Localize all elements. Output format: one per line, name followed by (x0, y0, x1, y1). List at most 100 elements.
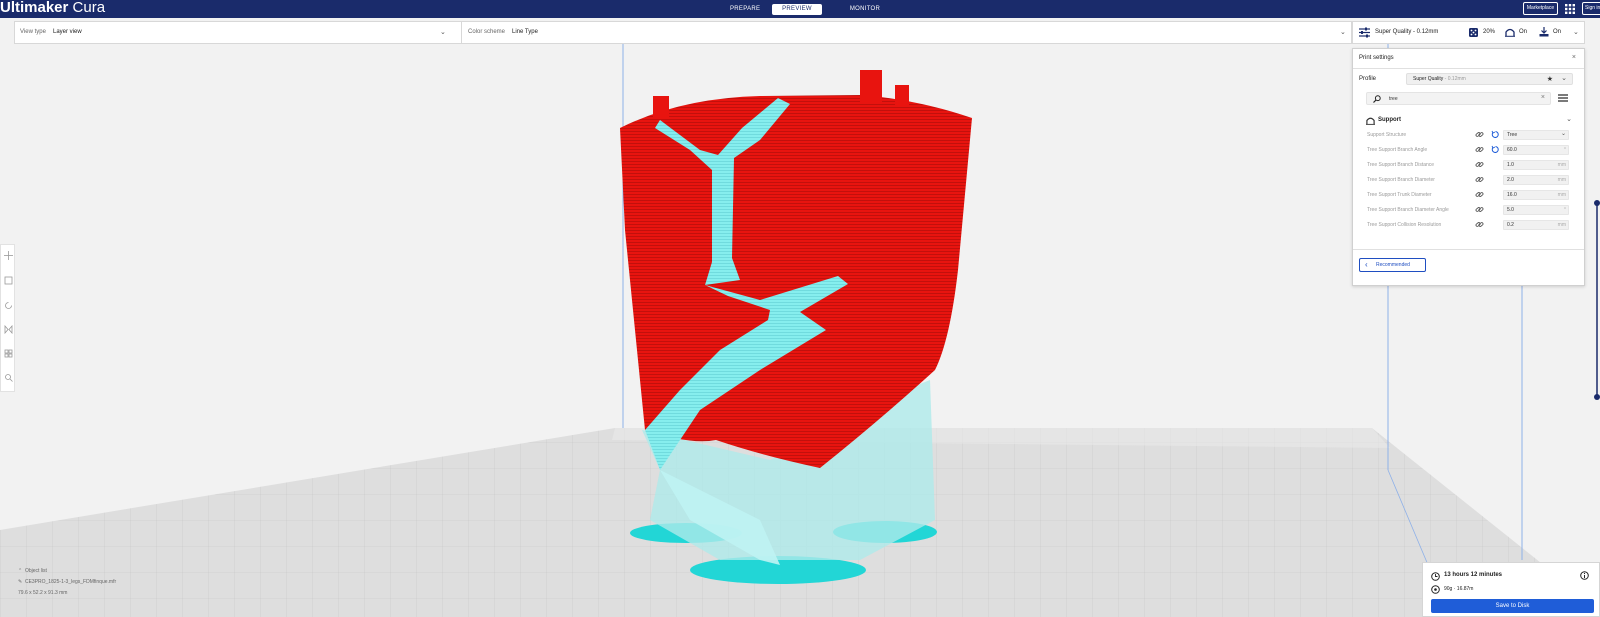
sign-in-button[interactable]: Sign in (1582, 2, 1600, 15)
chevron-down-icon[interactable]: ⌄ (1573, 28, 1579, 36)
link-icon[interactable] (1475, 205, 1484, 214)
divider (461, 22, 462, 43)
adhesion-icon (1539, 27, 1549, 37)
tab-monitor[interactable]: MONITOR (848, 4, 882, 15)
link-icon[interactable] (1475, 175, 1484, 184)
profile-dropdown[interactable]: Super Quality - 0.12mm ★ ⌄ (1406, 73, 1573, 85)
star-icon[interactable]: ★ (1547, 75, 1553, 85)
chevron-down-icon[interactable]: ⌄ (440, 29, 446, 36)
rotate-icon[interactable] (4, 301, 13, 310)
apps-grid-icon[interactable] (1565, 4, 1575, 14)
setting-value-field[interactable]: 2.0 mm (1503, 175, 1569, 185)
setting-value-field[interactable]: 16.0 mm (1503, 190, 1569, 200)
mirror-icon[interactable] (4, 325, 13, 334)
chevron-down-icon[interactable]: ⌄ (1561, 74, 1567, 84)
adhesion-value: On (1553, 29, 1562, 35)
support-category-label: Support (1378, 117, 1401, 123)
view-type-label: View type (20, 29, 46, 35)
tab-preview[interactable]: PREVIEW (772, 4, 822, 15)
link-icon[interactable] (1475, 190, 1484, 199)
support-icon (1505, 28, 1515, 37)
reset-icon[interactable] (1491, 145, 1500, 154)
layer-slider[interactable] (1590, 183, 1600, 400)
profile-detail: - 0.12mm (1443, 76, 1466, 82)
setting-unit: ° (1564, 147, 1566, 153)
spool-icon (1431, 585, 1440, 594)
clock-icon (1431, 572, 1440, 581)
object-dimensions: 79.6 x 52.2 x 91.3 mm (18, 590, 68, 596)
link-icon[interactable] (1475, 145, 1484, 154)
per-model-settings-icon[interactable] (4, 349, 13, 358)
infill-value: 20% (1483, 29, 1496, 35)
setting-unit: ° (1564, 207, 1566, 213)
link-icon[interactable] (1475, 130, 1484, 139)
support-icon (1366, 117, 1375, 125)
view-options-bar: View type Layer view ⌄ Color scheme Line… (14, 21, 1352, 44)
chevron-down-icon[interactable]: ⌄ (1340, 29, 1346, 36)
settings-search-input[interactable]: tree × (1366, 92, 1551, 105)
print-settings-panel: Print settings × Profile Super Quality -… (1352, 48, 1585, 286)
app-logo: Ultimaker Cura (0, 0, 106, 16)
setting-value: 60.0 (1507, 147, 1517, 153)
chevron-left-icon: ‹ (1365, 260, 1368, 269)
reset-icon[interactable] (1491, 130, 1500, 139)
recommended-label: Recommended (1376, 262, 1410, 268)
print-time: 13 hours 12 minutes (1444, 572, 1503, 578)
setting-value: 0.2 (1507, 222, 1514, 228)
setting-row: Tree Support Collision Resolution 0.2 mm (1367, 219, 1573, 231)
menu-icon[interactable] (1558, 94, 1568, 102)
material-usage: 90g · 16.87m (1444, 586, 1474, 592)
search-icon (1373, 95, 1381, 103)
object-list-toggle[interactable]: ⌃ Object list (18, 568, 116, 574)
support-category-header[interactable]: Support ⌄ (1366, 115, 1576, 127)
setting-unit: mm (1557, 222, 1566, 228)
setting-value-field[interactable]: 5.0 ° (1503, 205, 1569, 215)
recommended-button[interactable]: ‹ Recommended (1359, 258, 1426, 272)
support-blocker-icon[interactable] (4, 373, 13, 382)
setting-name: Tree Support Branch Diameter Angle (1367, 207, 1449, 213)
setting-row: Support Structure Tree ⌄ (1367, 129, 1573, 141)
color-scheme-dropdown[interactable]: Line Type (512, 29, 538, 35)
move-icon[interactable] (4, 251, 13, 260)
scale-icon[interactable] (4, 276, 13, 285)
close-icon[interactable]: × (1572, 54, 1576, 61)
profile-label: Profile (1359, 76, 1377, 82)
tab-prepare[interactable]: PREPARE (730, 4, 760, 15)
setting-value: 2.0 (1507, 177, 1514, 183)
setting-name: Tree Support Branch Distance (1367, 162, 1435, 168)
print-setup-summary[interactable]: Super Quality - 0.12mm 20% On On ⌄ (1352, 21, 1585, 44)
profile-name: Super Quality (1413, 76, 1444, 82)
tool-bar (0, 244, 15, 392)
object-filename: ✎ CE3PRO_1825-1-3_legs_FDMfinque.mfr (18, 579, 117, 585)
color-scheme-label: Color scheme (468, 29, 506, 35)
setting-value: Tree (1507, 132, 1518, 138)
divider (1353, 68, 1584, 69)
slider-handle-bottom[interactable] (1594, 394, 1600, 400)
panel-title: Print settings (1359, 55, 1394, 61)
setting-value-field[interactable]: Tree ⌄ (1503, 130, 1569, 140)
setting-unit: mm (1557, 177, 1566, 183)
marketplace-button[interactable]: Marketplace (1523, 2, 1558, 15)
infill-icon (1469, 28, 1478, 37)
setting-row: Tree Support Trunk Diameter 16.0 mm (1367, 189, 1573, 201)
search-value: tree (1389, 96, 1398, 102)
setting-name: Tree Support Trunk Diameter (1367, 192, 1432, 198)
view-type-dropdown[interactable]: Layer view (53, 29, 82, 35)
setting-row: Tree Support Branch Angle 60.0 ° (1367, 144, 1573, 156)
slider-handle-top[interactable] (1594, 200, 1600, 206)
sliced-model (620, 70, 972, 584)
link-icon[interactable] (1475, 160, 1484, 169)
link-icon[interactable] (1475, 220, 1484, 229)
setting-value-field[interactable]: 1.0 mm (1503, 160, 1569, 170)
setting-value-field[interactable]: 60.0 ° (1503, 145, 1569, 155)
chevron-down-icon[interactable]: ⌄ (1566, 115, 1572, 123)
print-time-row: 13 hours 12 minutes (1431, 572, 1502, 583)
info-icon[interactable] (1580, 571, 1589, 580)
setting-row: Tree Support Branch Diameter Angle 5.0 ° (1367, 204, 1573, 216)
save-to-disk-button[interactable]: Save to Disk (1431, 599, 1594, 613)
clear-icon[interactable]: × (1541, 94, 1545, 101)
material-row: 90g · 16.87m (1431, 585, 1473, 596)
setting-name: Support Structure (1367, 132, 1407, 138)
setting-value: 1.0 (1507, 162, 1514, 168)
setting-value-field[interactable]: 0.2 mm (1503, 220, 1569, 230)
